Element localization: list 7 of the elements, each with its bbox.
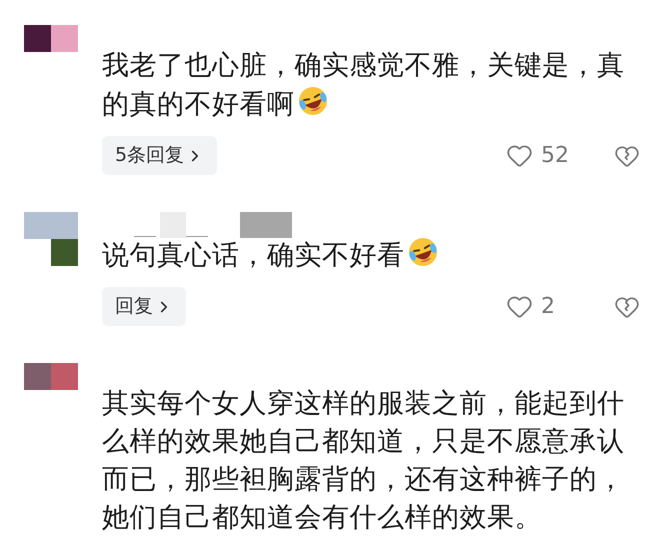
comment-text: 其实每个女人穿这样的服装之前，能起到什么样的效果她自己都知道，只是不愿意承认而已，那些袒胸露背的，还有这种裤子的，她们自己都知道会有什么样的效果。 <box>102 387 626 535</box>
replies-button[interactable]: 回复 <box>102 287 186 326</box>
like-count: 52 <box>541 142 570 170</box>
like-count: 2 <box>541 293 556 321</box>
replies-button[interactable]: 5条回复 <box>102 136 218 175</box>
comment-text: 我老了也心脏，确实感觉不雅，关键是，真的真的不好看啊 <box>102 49 626 122</box>
comment-text: 说句真心话，确实不好看 <box>102 236 642 275</box>
